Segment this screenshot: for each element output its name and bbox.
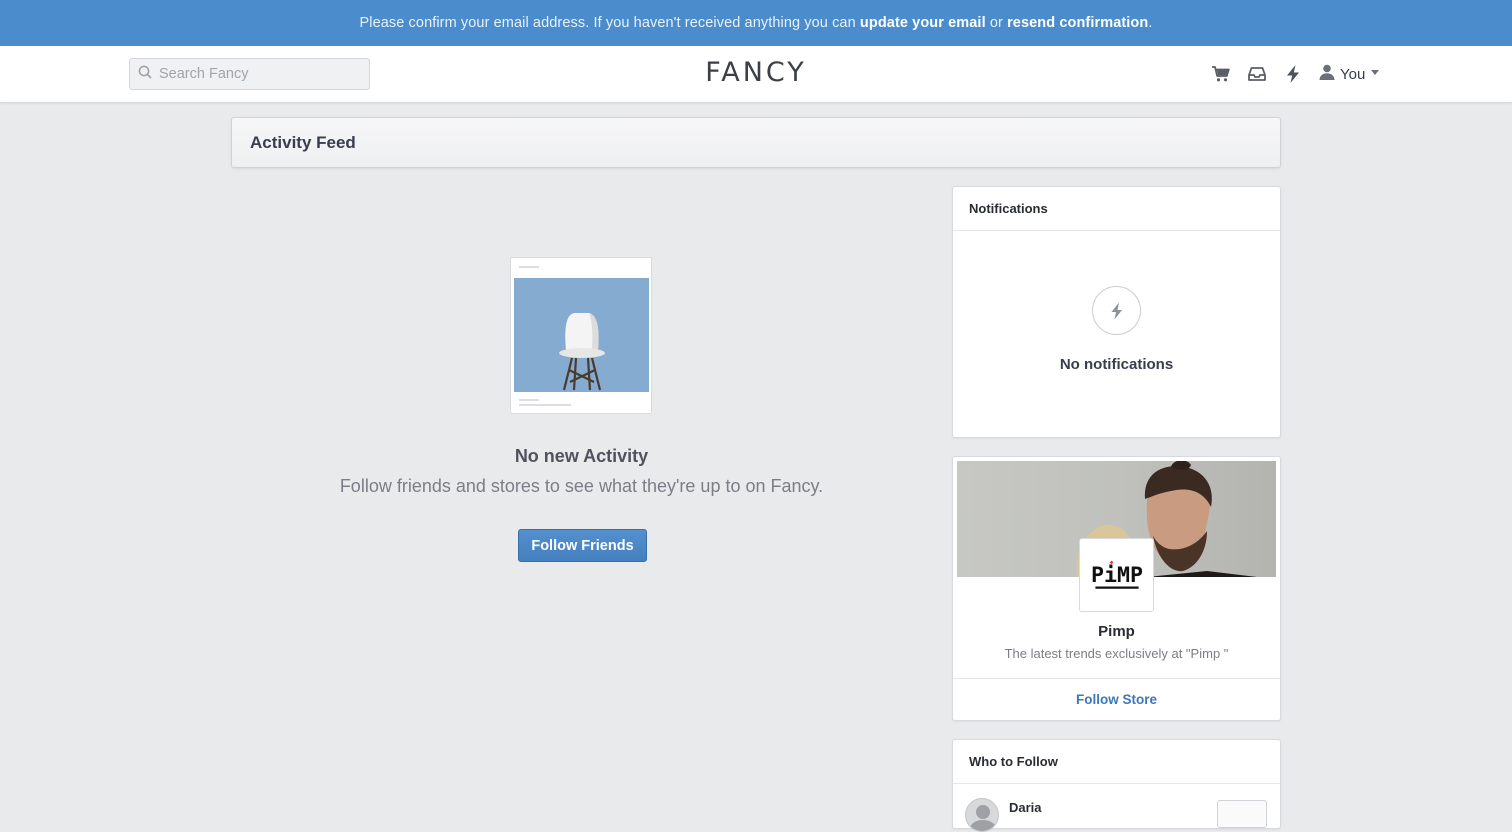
list-item: Daria <box>965 796 1270 832</box>
follow-friends-button[interactable]: Follow Friends <box>518 529 647 562</box>
banner-text-after: . <box>1148 15 1153 31</box>
store-card: PiMP Pimp The latest trends exclusively … <box>952 456 1281 721</box>
svg-text:PiMP: PiMP <box>1091 563 1143 588</box>
empty-feed-illustration <box>510 257 652 414</box>
update-email-link[interactable]: update your email <box>860 15 986 31</box>
follow-user-button[interactable] <box>1217 800 1267 828</box>
top-header: FANCY You <box>0 46 1512 103</box>
email-confirmation-banner: Please confirm your email address. If yo… <box>0 0 1512 46</box>
banner-text-before: Please confirm your email address. If yo… <box>359 15 860 31</box>
notifications-title: Notifications <box>953 187 1280 231</box>
empty-feed-title: No new Activity <box>514 446 649 466</box>
store-logo[interactable]: PiMP <box>1079 538 1154 612</box>
logo-text[interactable]: FANCY <box>705 57 807 88</box>
no-notifications-text: No notifications <box>1059 356 1174 373</box>
follow-store-button[interactable]: Follow Store <box>953 678 1280 720</box>
store-name[interactable]: Pimp <box>953 623 1280 640</box>
user-label: You <box>1340 65 1366 83</box>
bolt-icon <box>1092 286 1141 335</box>
cart-icon[interactable] <box>1210 63 1232 85</box>
illustration-line <box>519 404 571 406</box>
empty-feed-subtitle: Follow friends and stores to see what th… <box>339 476 824 496</box>
user-icon <box>1318 63 1340 85</box>
who-to-follow-card: Who to Follow Daria <box>952 739 1281 832</box>
bolt-icon[interactable] <box>1282 63 1304 85</box>
search-icon <box>138 65 152 84</box>
chevron-down-icon <box>1371 70 1380 75</box>
resend-confirmation-link[interactable]: resend confirmation <box>1007 15 1148 31</box>
inbox-icon[interactable] <box>1246 63 1268 85</box>
header-actions: You <box>1210 63 1380 85</box>
illustration-line <box>519 266 539 268</box>
avatar[interactable] <box>965 798 999 832</box>
banner-text-or: or <box>985 15 1008 31</box>
who-to-follow-title: Who to Follow <box>953 740 1280 784</box>
notifications-card: Notifications No notifications <box>952 186 1281 438</box>
chair-image <box>514 278 649 392</box>
search-input[interactable] <box>159 66 359 82</box>
search-box[interactable] <box>129 58 370 90</box>
illustration-line <box>519 399 539 401</box>
user-menu[interactable]: You <box>1318 63 1380 85</box>
activity-feed-title: Activity Feed <box>231 117 1281 168</box>
person-name[interactable]: Daria <box>1009 800 1042 815</box>
store-description: The latest trends exclusively at "Pimp " <box>1004 646 1229 661</box>
